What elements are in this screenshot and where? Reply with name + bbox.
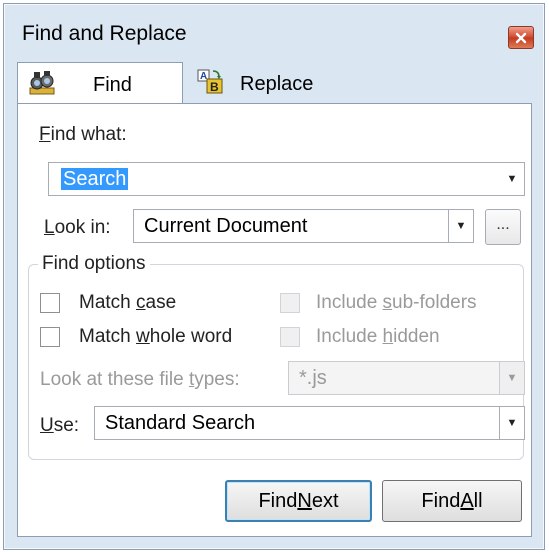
look-in-value: Current Document bbox=[144, 215, 308, 237]
use-label: Use: bbox=[40, 415, 80, 436]
file-types-dropdown-arrow[interactable]: ▼ bbox=[499, 362, 524, 394]
include-subfolders-label: Include sub-folders bbox=[316, 292, 477, 313]
look-in-label: Look in: bbox=[44, 217, 111, 238]
tab-replace[interactable]: A B Replace bbox=[185, 62, 375, 104]
look-in-dropdown-arrow[interactable]: ▼ bbox=[448, 210, 473, 242]
tab-replace-label: Replace bbox=[240, 73, 314, 95]
match-case-label[interactable]: Match case bbox=[79, 292, 176, 314]
tab-find-label: Find bbox=[93, 74, 132, 96]
find-replace-dialog: Find and Replace Find A B Replace Find w… bbox=[3, 3, 545, 550]
window-title: Find and Replace bbox=[22, 22, 187, 45]
file-types-value: *.js bbox=[299, 367, 327, 389]
use-dropdown-arrow[interactable]: ▼ bbox=[499, 407, 524, 439]
include-subfolders-checkbox[interactable] bbox=[280, 293, 300, 313]
find-panel: Find what: Search ▼ Look in: Current Doc… bbox=[17, 103, 532, 537]
svg-text:B: B bbox=[210, 80, 219, 94]
browse-button[interactable]: ... bbox=[485, 209, 521, 245]
include-hidden-label: Include hidden bbox=[316, 326, 440, 347]
use-value: Standard Search bbox=[105, 412, 256, 434]
look-in-combo[interactable]: Current Document ▼ bbox=[133, 209, 474, 243]
use-combo[interactable]: Standard Search ▼ bbox=[94, 406, 525, 440]
tab-find[interactable]: Find bbox=[17, 62, 183, 104]
match-case-checkbox[interactable] bbox=[40, 293, 60, 313]
include-hidden-checkbox[interactable] bbox=[280, 327, 300, 347]
tab-strip: Find A B Replace bbox=[17, 62, 532, 104]
find-all-button[interactable]: Find All bbox=[382, 480, 522, 522]
close-button[interactable] bbox=[508, 26, 534, 49]
match-whole-word-label[interactable]: Match whole word bbox=[79, 326, 232, 348]
find-options-title: Find options bbox=[38, 253, 150, 275]
find-what-input[interactable]: Search bbox=[61, 168, 129, 191]
file-types-combo[interactable]: *.js ▼ bbox=[288, 361, 525, 395]
find-next-button[interactable]: Find Next bbox=[225, 480, 372, 522]
find-what-dropdown-arrow[interactable]: ▼ bbox=[500, 163, 524, 195]
close-icon bbox=[515, 32, 527, 43]
match-whole-word-checkbox[interactable] bbox=[40, 327, 60, 347]
replace-icon: A B bbox=[197, 69, 223, 94]
title-bar[interactable]: Find and Replace bbox=[4, 4, 544, 62]
find-what-combo[interactable]: Search ▼ bbox=[48, 162, 525, 196]
binoculars-icon bbox=[29, 71, 55, 95]
svg-text:A: A bbox=[200, 71, 207, 82]
file-types-label: Look at these file types: bbox=[40, 369, 240, 390]
find-what-label: Find what: bbox=[39, 124, 127, 145]
